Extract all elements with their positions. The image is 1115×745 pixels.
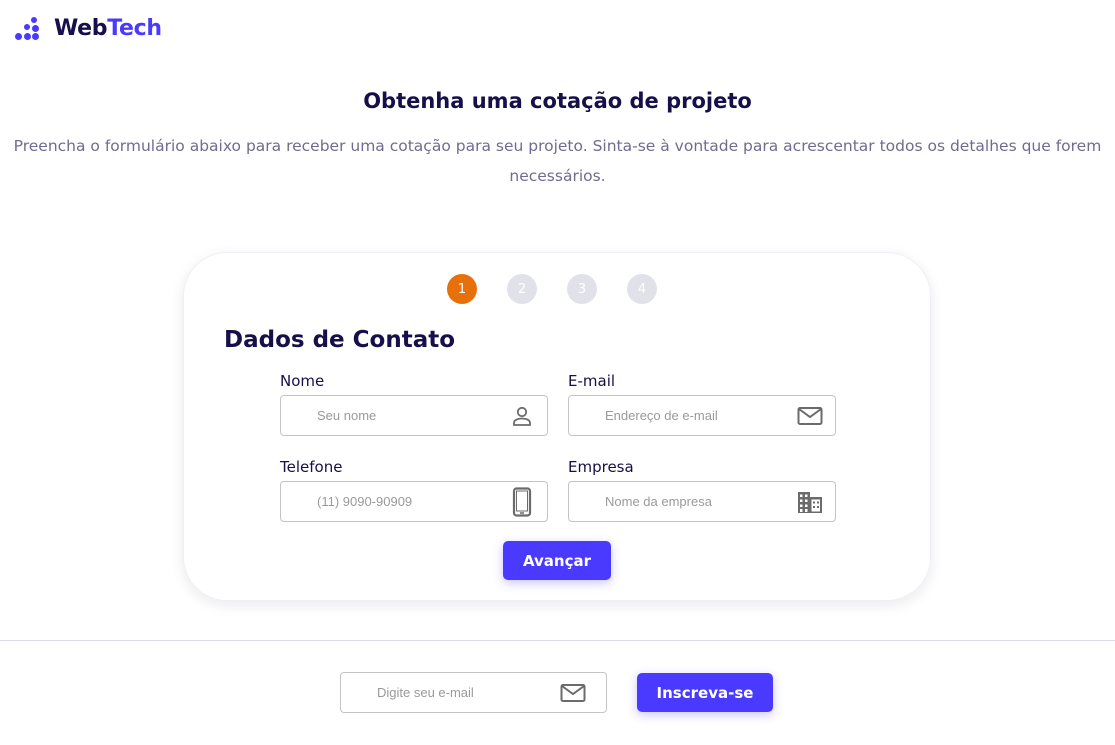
page-title: Obtenha uma cotação de projeto: [363, 89, 752, 113]
next-button[interactable]: Avançar: [503, 541, 611, 580]
quote-form-card: 1 2 3 4 Dados de Contato Nome E-mail Tel…: [183, 252, 931, 601]
name-field-group: Nome: [280, 372, 548, 436]
company-input[interactable]: [569, 482, 835, 521]
phone-input[interactable]: [281, 482, 547, 521]
smartphone-icon: [509, 487, 535, 517]
step-4[interactable]: 4: [627, 274, 657, 304]
footer-divider: [0, 640, 1115, 641]
envelope-icon: [560, 681, 586, 705]
brand-name: WebTech: [54, 15, 162, 41]
name-input-box: [280, 395, 548, 436]
email-input[interactable]: [569, 396, 835, 435]
step-2[interactable]: 2: [507, 274, 537, 304]
email-input-box: [568, 395, 836, 436]
company-input-box: [568, 481, 836, 522]
phone-input-box: [280, 481, 548, 522]
user-icon: [509, 404, 535, 428]
name-label: Nome: [280, 372, 325, 390]
newsletter-field-group: [340, 672, 607, 713]
section-title: Dados de Contato: [224, 327, 456, 353]
dots-logo-icon: [14, 15, 40, 41]
email-label: E-mail: [568, 372, 616, 390]
name-input[interactable]: [281, 396, 547, 435]
page-subtitle: Preencha o formulário abaixo para recebe…: [13, 137, 1102, 185]
step-1[interactable]: 1: [447, 274, 477, 304]
company-label: Empresa: [568, 458, 634, 476]
subscribe-button[interactable]: Inscreva-se: [637, 673, 773, 712]
phone-field-group: Telefone: [280, 458, 548, 522]
phone-label: Telefone: [280, 458, 343, 476]
email-field-group: E-mail: [568, 372, 836, 436]
company-field-group: Empresa: [568, 458, 836, 522]
newsletter-input-box: [340, 672, 607, 713]
brand-logo[interactable]: WebTech: [14, 15, 162, 41]
step-indicator: 1 2 3 4: [447, 274, 687, 304]
step-3[interactable]: 3: [567, 274, 597, 304]
envelope-icon: [797, 404, 823, 428]
building-icon: [797, 490, 823, 514]
